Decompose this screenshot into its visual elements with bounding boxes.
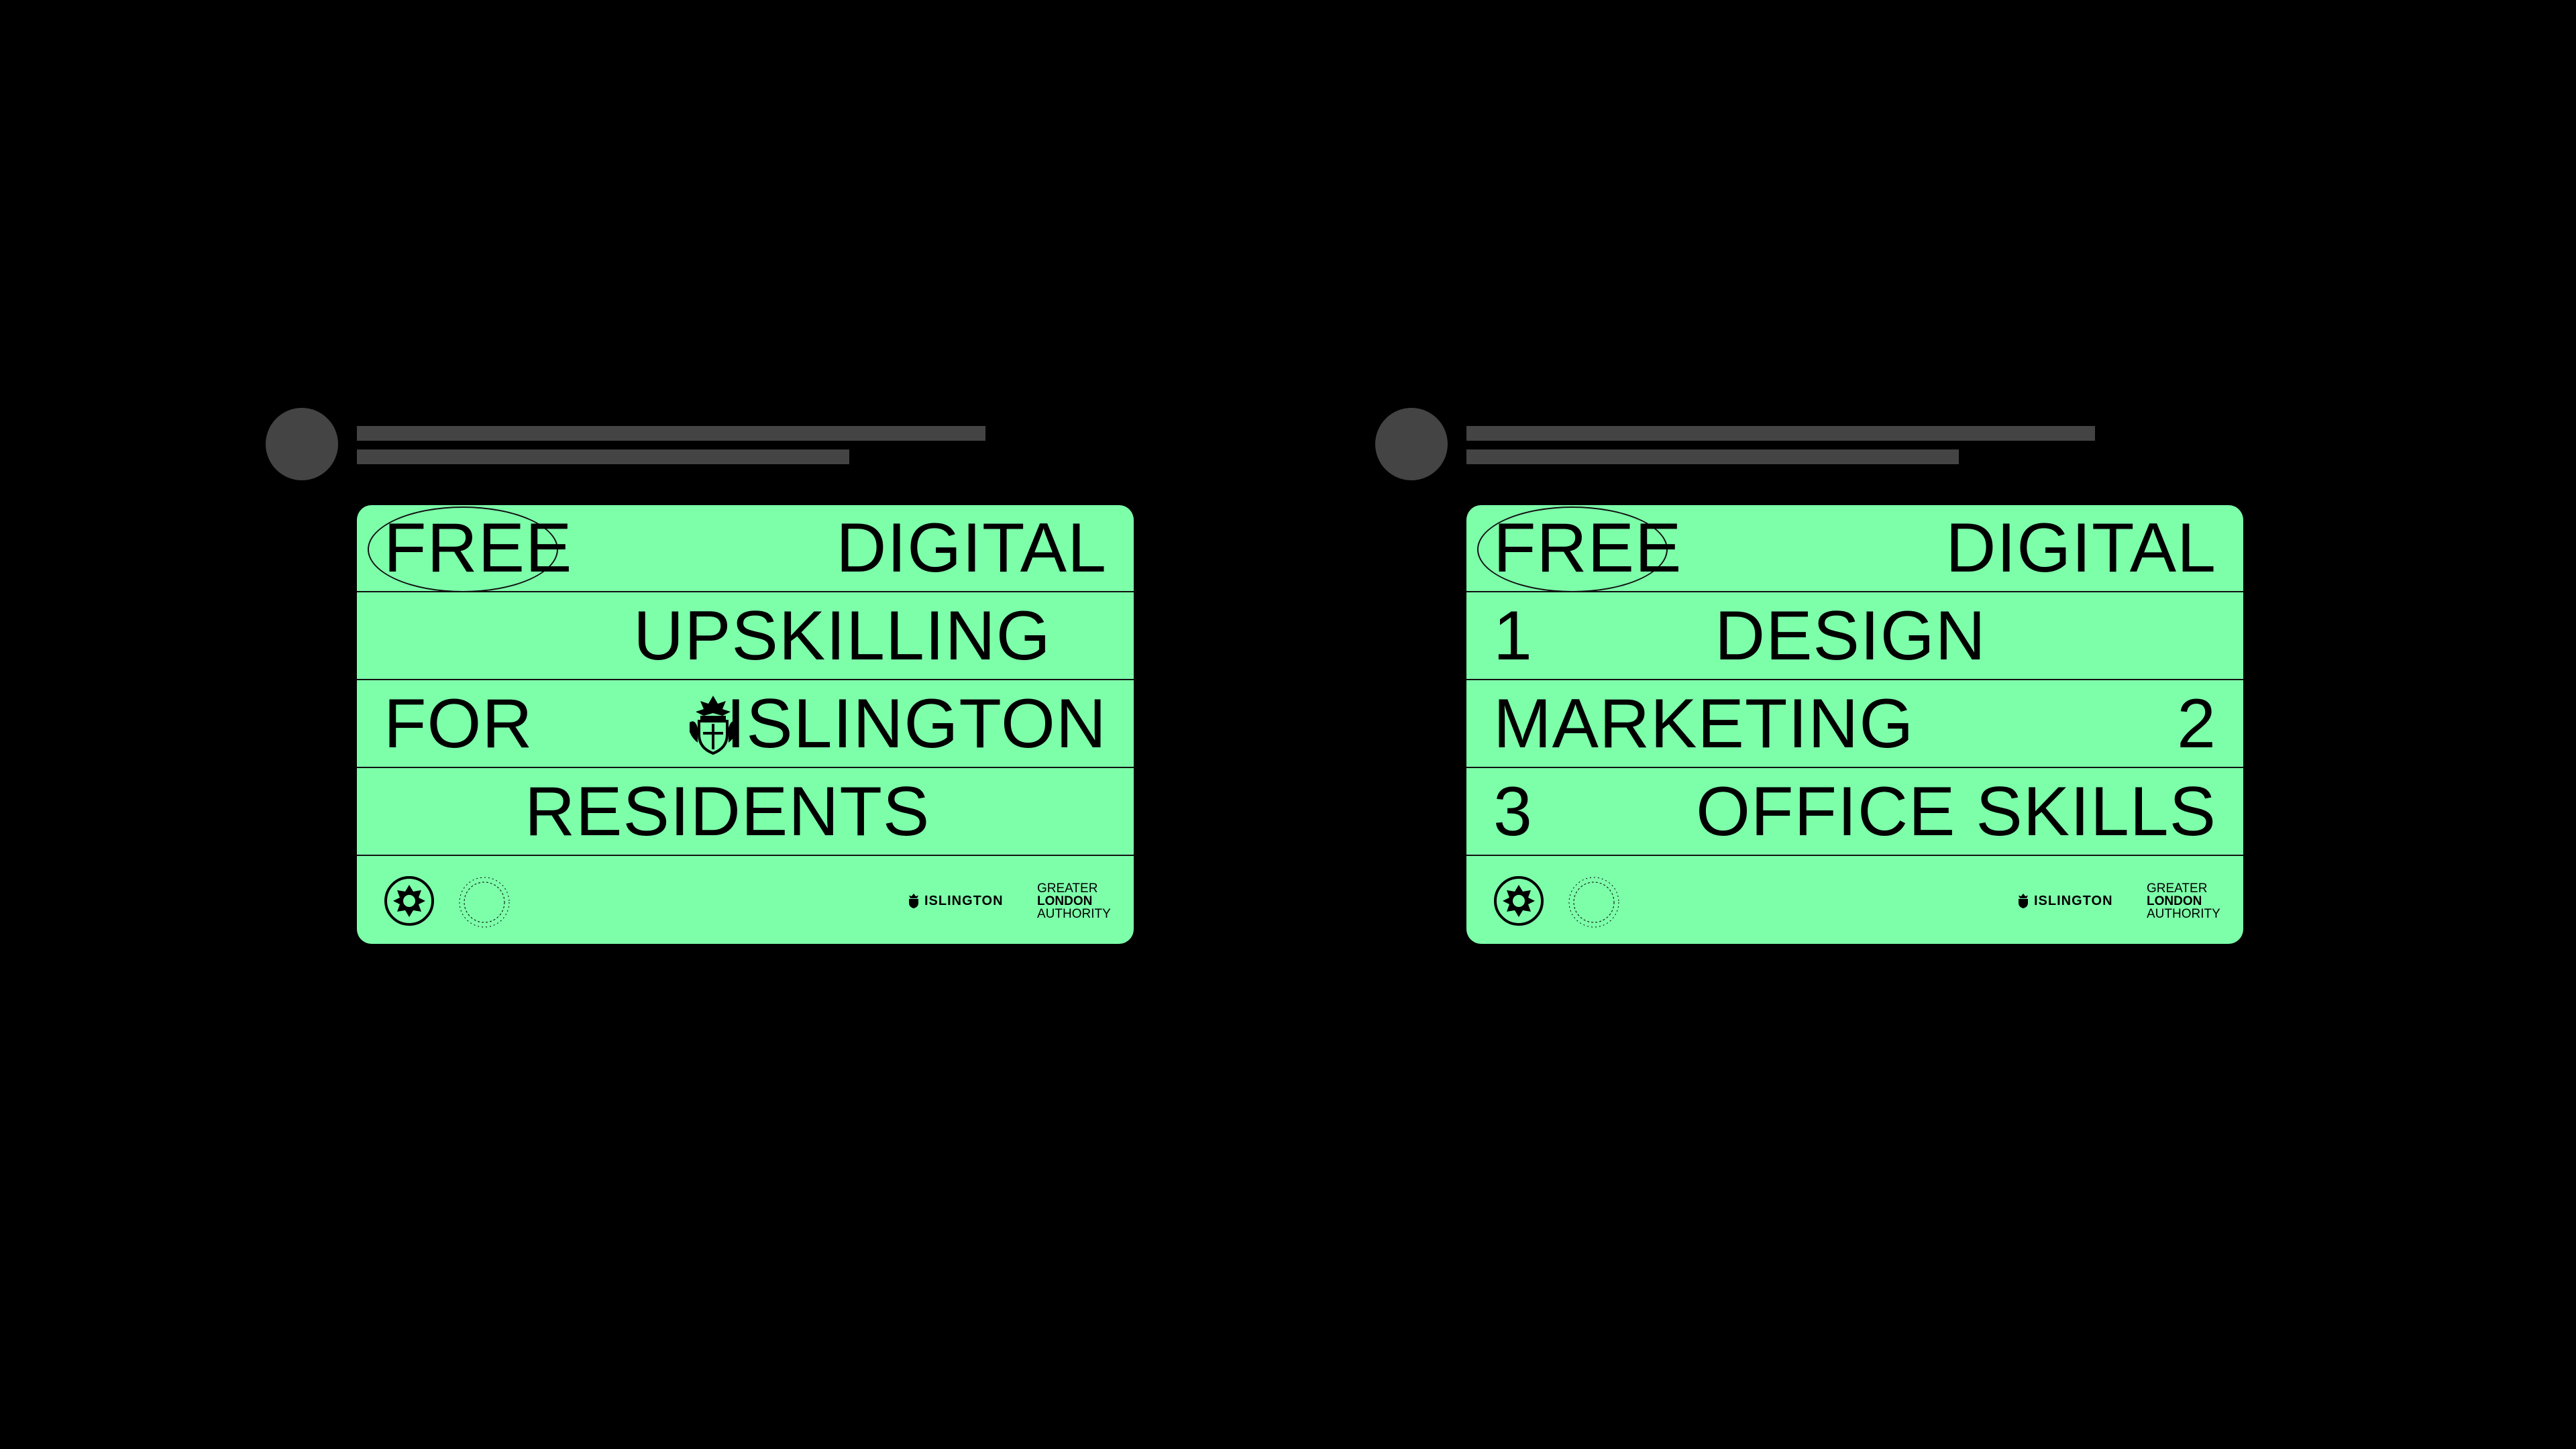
card-number: 3 <box>1493 773 1533 851</box>
gla-line: LONDON <box>1037 894 1093 908</box>
islington-logo-text: ISLINGTON <box>2034 893 2113 908</box>
card-footer: ISLINGTON GREATER LONDON AUTHORITY <box>357 857 1134 944</box>
card-word: ISLINGTON <box>726 685 1107 763</box>
card-word: DESIGN <box>1715 597 1986 675</box>
post-meta-placeholder <box>357 426 985 441</box>
avatar[interactable] <box>1375 408 1448 480</box>
card-row: RESIDENTS <box>357 769 1134 856</box>
avatar[interactable] <box>266 408 338 480</box>
good-praxis-ring-logo <box>1568 877 1619 928</box>
flower-logo-icon <box>1494 876 1544 926</box>
card-word: FOR <box>384 685 533 763</box>
promo-card[interactable]: FREE DIGITAL 1 DESIGN MARKETING 2 3 OFFI… <box>1466 505 2243 944</box>
gla-line: AUTHORITY <box>2147 907 2220 921</box>
card-word: DIGITAL <box>836 509 1107 587</box>
islington-crest-icon <box>2019 894 2028 908</box>
post-meta-placeholder <box>357 449 849 464</box>
gla-line: LONDON <box>2147 894 2202 908</box>
islington-logo: ISLINGTON <box>2017 892 2113 910</box>
social-post-right: FREE DIGITAL 1 DESIGN MARKETING 2 3 OFFI… <box>1375 408 2247 945</box>
flower-logo-icon <box>384 876 434 926</box>
card-word: RESIDENTS <box>525 773 930 851</box>
card-row: FREE DIGITAL <box>1466 505 2243 592</box>
gla-line: AUTHORITY <box>1037 907 1111 921</box>
post-meta-placeholder <box>1466 449 1959 464</box>
card-number: 2 <box>2177 685 2216 763</box>
card-word: OFFICE SKILLS <box>1696 773 2216 851</box>
card-word: MARKETING <box>1493 685 1915 763</box>
card-row: FREE DIGITAL <box>357 505 1134 592</box>
card-row: UPSKILLING <box>357 593 1134 680</box>
islington-crest-icon <box>909 894 918 908</box>
card-word: FREE <box>384 509 573 587</box>
islington-logo-text: ISLINGTON <box>924 893 1004 908</box>
card-row: MARKETING 2 <box>1466 681 2243 768</box>
social-post-left: FREE DIGITAL UPSKILLING FOR ISLINGTON RE… <box>266 408 1138 945</box>
good-praxis-ring-logo <box>459 877 510 928</box>
card-row: 1 DESIGN <box>1466 593 2243 680</box>
card-word: DIGITAL <box>1945 509 2216 587</box>
gla-line: GREATER <box>2147 881 2208 896</box>
promo-card[interactable]: FREE DIGITAL UPSKILLING FOR ISLINGTON RE… <box>357 505 1134 944</box>
islington-logo: ISLINGTON <box>907 892 1004 910</box>
card-number: 1 <box>1493 597 1533 675</box>
card-footer: ISLINGTON GREATER LONDON AUTHORITY <box>1466 857 2243 944</box>
card-row: FOR ISLINGTON <box>357 681 1134 768</box>
post-meta-placeholder <box>1466 426 2095 441</box>
gla-logo: GREATER LONDON AUTHORITY <box>2147 882 2220 920</box>
card-word: FREE <box>1493 509 1682 587</box>
card-row: 3 OFFICE SKILLS <box>1466 769 2243 856</box>
canvas: FREE DIGITAL UPSKILLING FOR ISLINGTON RE… <box>0 0 2576 1449</box>
gla-logo: GREATER LONDON AUTHORITY <box>1037 882 1111 920</box>
card-word: UPSKILLING <box>633 597 1051 675</box>
gla-line: GREATER <box>1037 881 1098 896</box>
